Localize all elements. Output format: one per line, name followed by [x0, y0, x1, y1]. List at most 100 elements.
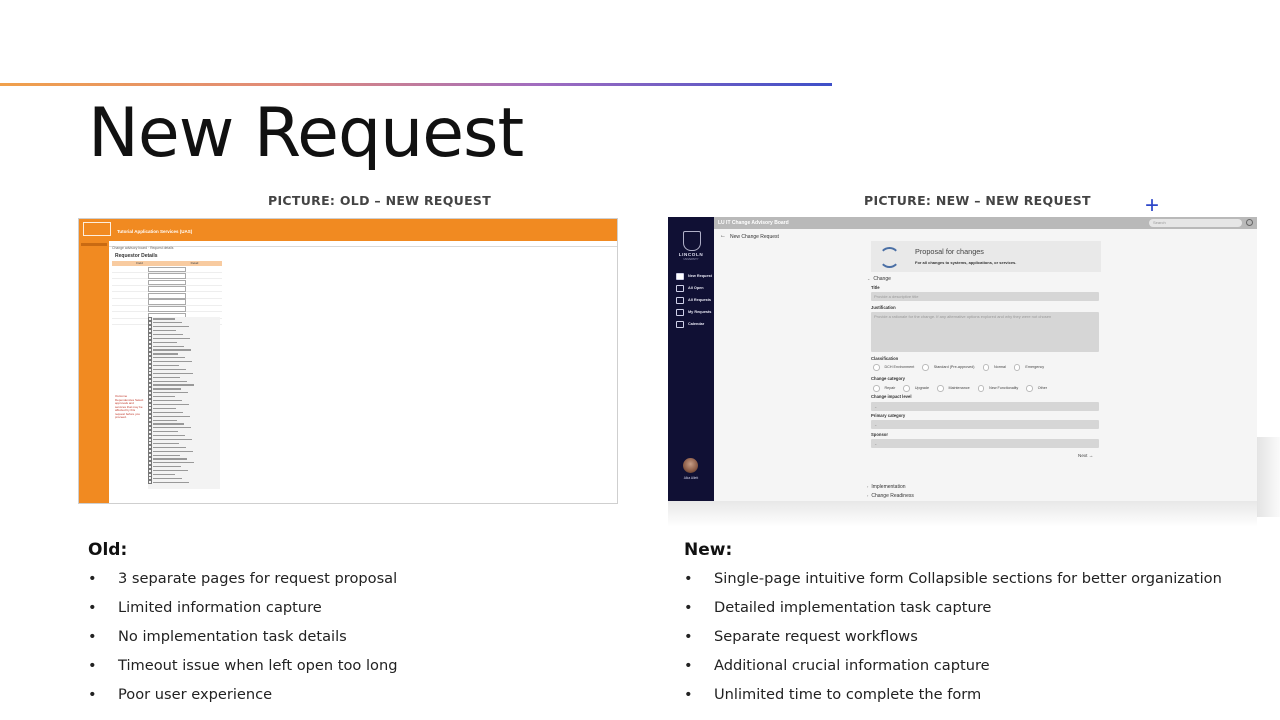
sponsor-select[interactable]: ⌄ — [871, 439, 1099, 448]
form-subtitle: For all changes to systems, applications… — [915, 260, 1017, 265]
nav-label: My Requests — [688, 310, 712, 314]
nav-label: All Requests — [688, 298, 711, 302]
classification-radio[interactable]: Emergency — [1013, 364, 1045, 371]
radio-label: Other — [1037, 386, 1047, 391]
plus-icon[interactable]: + — [1145, 194, 1159, 218]
classification-radio[interactable]: DCH Environment — [873, 364, 914, 371]
form-header-card: Proposal for changes For all changes to … — [871, 241, 1101, 272]
sponsor-label: Sponsor — [871, 432, 888, 437]
primary-category-select[interactable]: ⌄ — [871, 420, 1099, 429]
category-radio-group: Repair Upgrade Maintenance New Functiona… — [873, 385, 1055, 392]
old-breadcrumb: Change advisory board · Request details — [112, 246, 174, 250]
nav-item-my-requests[interactable]: My Requests — [676, 308, 711, 316]
old-checkbox-label — [153, 419, 177, 421]
section-change-toggle[interactable]: ⌄ Change — [867, 276, 891, 282]
impact-select[interactable]: ⌄ — [871, 402, 1099, 411]
back-arrow-icon[interactable]: ← — [720, 233, 726, 239]
old-checkbox-label — [153, 372, 193, 374]
all-open-icon — [676, 284, 684, 292]
new-screenshot-reflection — [668, 501, 1257, 527]
list-item-text: Detailed implementation task capture — [714, 599, 992, 616]
justification-field[interactable]: Provide a rationale for the change. If a… — [871, 312, 1099, 352]
list-item: • Poor user experience — [88, 686, 397, 715]
bullet: • — [88, 686, 97, 703]
category-radio[interactable]: Other — [1026, 385, 1047, 392]
old-checkbox-label — [153, 361, 192, 363]
radio-label: New Functionality — [989, 386, 1019, 391]
new-top-bar: LU IT Change Advisory Board Search — [668, 217, 1257, 229]
university-subname: UNIVERSITY — [683, 258, 699, 261]
old-checkbox-label — [153, 466, 181, 468]
new-search-input[interactable]: Search — [1149, 219, 1242, 227]
new-list-heading: New: — [684, 540, 733, 560]
old-table-row — [112, 299, 222, 306]
radio-button-icon — [873, 385, 880, 392]
old-section-heading: Requestor Details — [115, 253, 158, 259]
old-row-label — [112, 292, 148, 298]
old-row-input[interactable] — [148, 286, 186, 293]
section-implementation-toggle[interactable]: › Implementation — [867, 484, 906, 490]
classification-radio[interactable]: Normal — [982, 364, 1006, 371]
calendar-icon — [676, 320, 684, 328]
list-item-text: Separate request workflows — [714, 628, 918, 645]
old-checkbox-label — [153, 322, 182, 324]
old-row-label — [112, 306, 148, 312]
old-checkbox-row[interactable] — [148, 480, 220, 485]
bullet: • — [684, 686, 693, 703]
search-icon[interactable] — [1246, 219, 1253, 226]
classification-radio[interactable]: Standard (Pre-approved) — [922, 364, 975, 371]
nav-item-new-request[interactable]: New Request — [676, 272, 712, 280]
bullet: • — [684, 599, 693, 616]
next-button[interactable]: Next → — [1078, 453, 1093, 458]
old-feature-list: • 3 separate pages for request proposal •… — [88, 570, 397, 715]
slide-title: New Request — [88, 94, 524, 173]
old-checkbox-label — [153, 470, 188, 472]
old-row-input[interactable] — [148, 306, 186, 312]
bullet: • — [88, 628, 97, 645]
new-feature-list: • Single-page intuitive form Collapsible … — [684, 570, 1222, 715]
category-radio[interactable]: Upgrade — [903, 385, 929, 392]
old-checkbox-label — [153, 415, 190, 417]
new-request-screenshot: LU IT Change Advisory Board Search LINCO… — [668, 217, 1257, 501]
old-checkbox-label — [153, 462, 194, 464]
list-item-text: No implementation task details — [118, 628, 347, 645]
avatar[interactable] — [683, 458, 698, 473]
nav-item-all-requests[interactable]: All Requests — [676, 296, 711, 304]
category-radio[interactable]: Maintenance — [937, 385, 970, 392]
category-radio[interactable]: New Functionality — [977, 385, 1019, 392]
list-item-text: 3 separate pages for request proposal — [118, 570, 398, 587]
old-checkbox-label — [153, 392, 188, 394]
old-row-input[interactable] — [148, 299, 186, 306]
old-checkbox-label — [153, 330, 176, 332]
old-row-input[interactable] — [148, 292, 186, 299]
university-logo-icon — [83, 222, 111, 236]
radio-label: Emergency — [1025, 365, 1045, 370]
old-checkbox-label — [153, 357, 185, 359]
refresh-cycle-icon — [879, 247, 900, 268]
old-row-label — [112, 319, 148, 325]
old-checkbox-label — [153, 427, 191, 429]
radio-label: Standard (Pre-approved) — [933, 365, 975, 370]
bullet: • — [684, 570, 693, 587]
old-row-input[interactable] — [148, 279, 186, 286]
old-checkbox-label — [153, 473, 175, 476]
category-label: Change category — [871, 376, 905, 381]
list-item: • Detailed implementation task capture — [684, 599, 1222, 628]
list-item: • Unlimited time to complete the form — [684, 686, 1222, 715]
old-checkbox-label — [153, 318, 175, 320]
radio-label: Repair — [884, 386, 896, 391]
title-field[interactable]: Provide a descriptive title — [871, 292, 1099, 301]
category-radio[interactable]: Repair — [873, 385, 895, 392]
old-checkbox-label — [153, 423, 184, 425]
old-table-row — [112, 286, 222, 293]
old-checkbox-label — [153, 349, 191, 351]
chevron-down-icon: ⌄ — [874, 422, 878, 427]
caption-old: PICTURE: OLD – NEW REQUEST — [268, 193, 492, 208]
section-readiness-toggle[interactable]: › Change Readiness — [867, 493, 914, 499]
old-row-input[interactable] — [148, 266, 186, 273]
old-sidebar-item[interactable] — [81, 243, 107, 246]
old-row-input[interactable] — [148, 273, 186, 279]
list-item-text: Unlimited time to complete the form — [714, 686, 982, 703]
nav-item-calendar[interactable]: Calendar — [676, 320, 704, 328]
nav-item-all-open[interactable]: All Open — [676, 284, 704, 292]
